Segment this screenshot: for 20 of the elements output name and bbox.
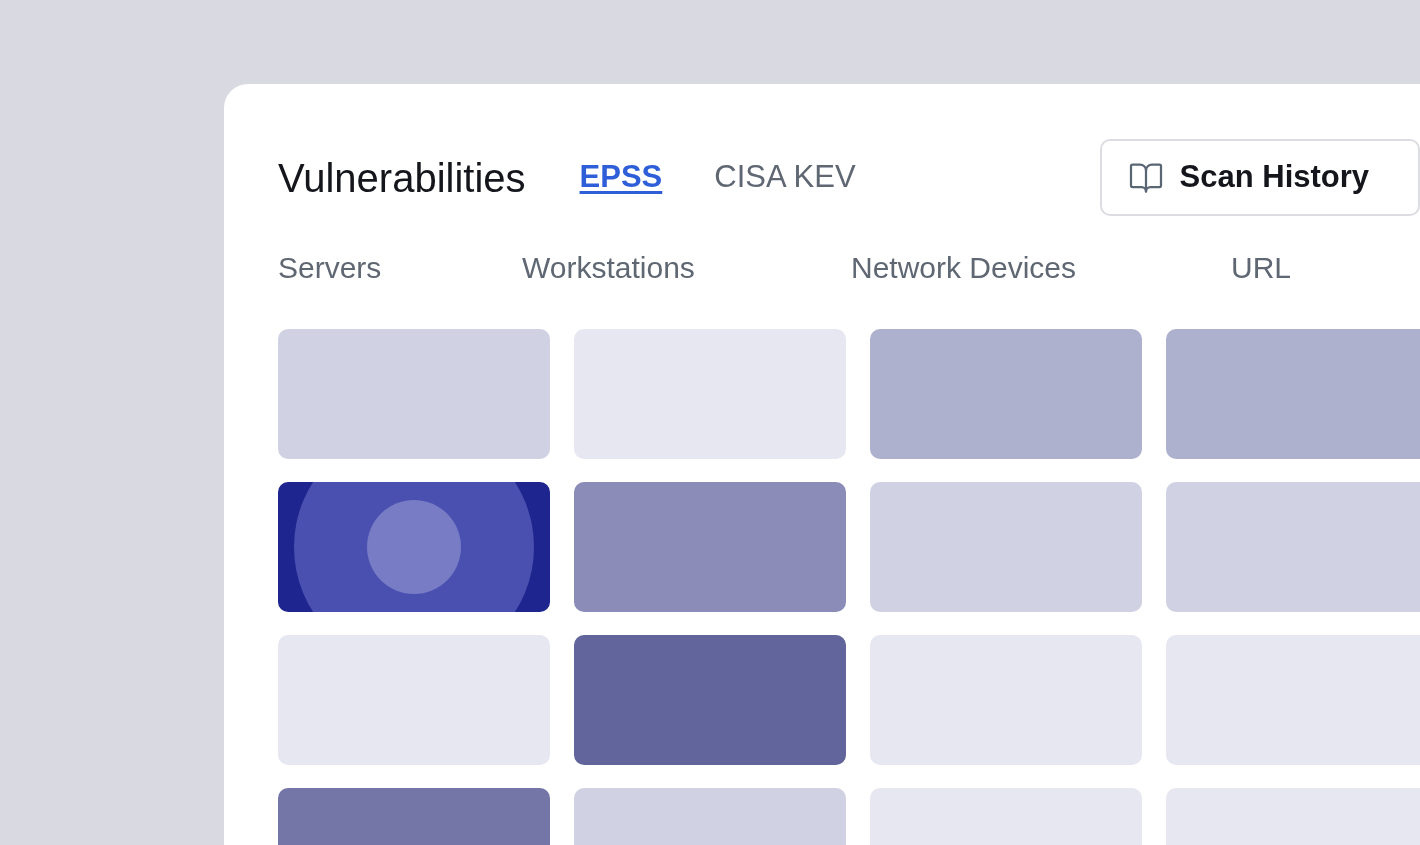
- heatmap-cell[interactable]: [1166, 482, 1420, 612]
- heatmap-cell[interactable]: [574, 482, 846, 612]
- tab[interactable]: CISA KEV: [714, 154, 856, 201]
- column-header: Servers: [278, 250, 382, 284]
- scan-history-button[interactable]: Scan History: [1099, 139, 1420, 216]
- heatmap-cell[interactable]: [574, 329, 846, 459]
- heatmap-cell[interactable]: [870, 482, 1142, 612]
- heatmap-cell[interactable]: [1166, 635, 1420, 765]
- heatmap-cell[interactable]: [278, 329, 550, 459]
- selected-heatmap-cell[interactable]: [278, 482, 550, 612]
- column-header: Workstations: [522, 250, 695, 284]
- tab[interactable]: EPSS: [579, 154, 663, 201]
- page-title: Vulnerabilities: [278, 154, 526, 202]
- heatmap-cell[interactable]: [278, 635, 550, 765]
- column-header: URL: [1231, 250, 1291, 284]
- column-header: Network Devices: [851, 250, 1077, 284]
- heatmap-cell[interactable]: [870, 329, 1142, 459]
- heatmap-cell[interactable]: [1166, 329, 1420, 459]
- heatmap-cell[interactable]: [574, 635, 846, 765]
- heatmap-cell[interactable]: [870, 635, 1142, 765]
